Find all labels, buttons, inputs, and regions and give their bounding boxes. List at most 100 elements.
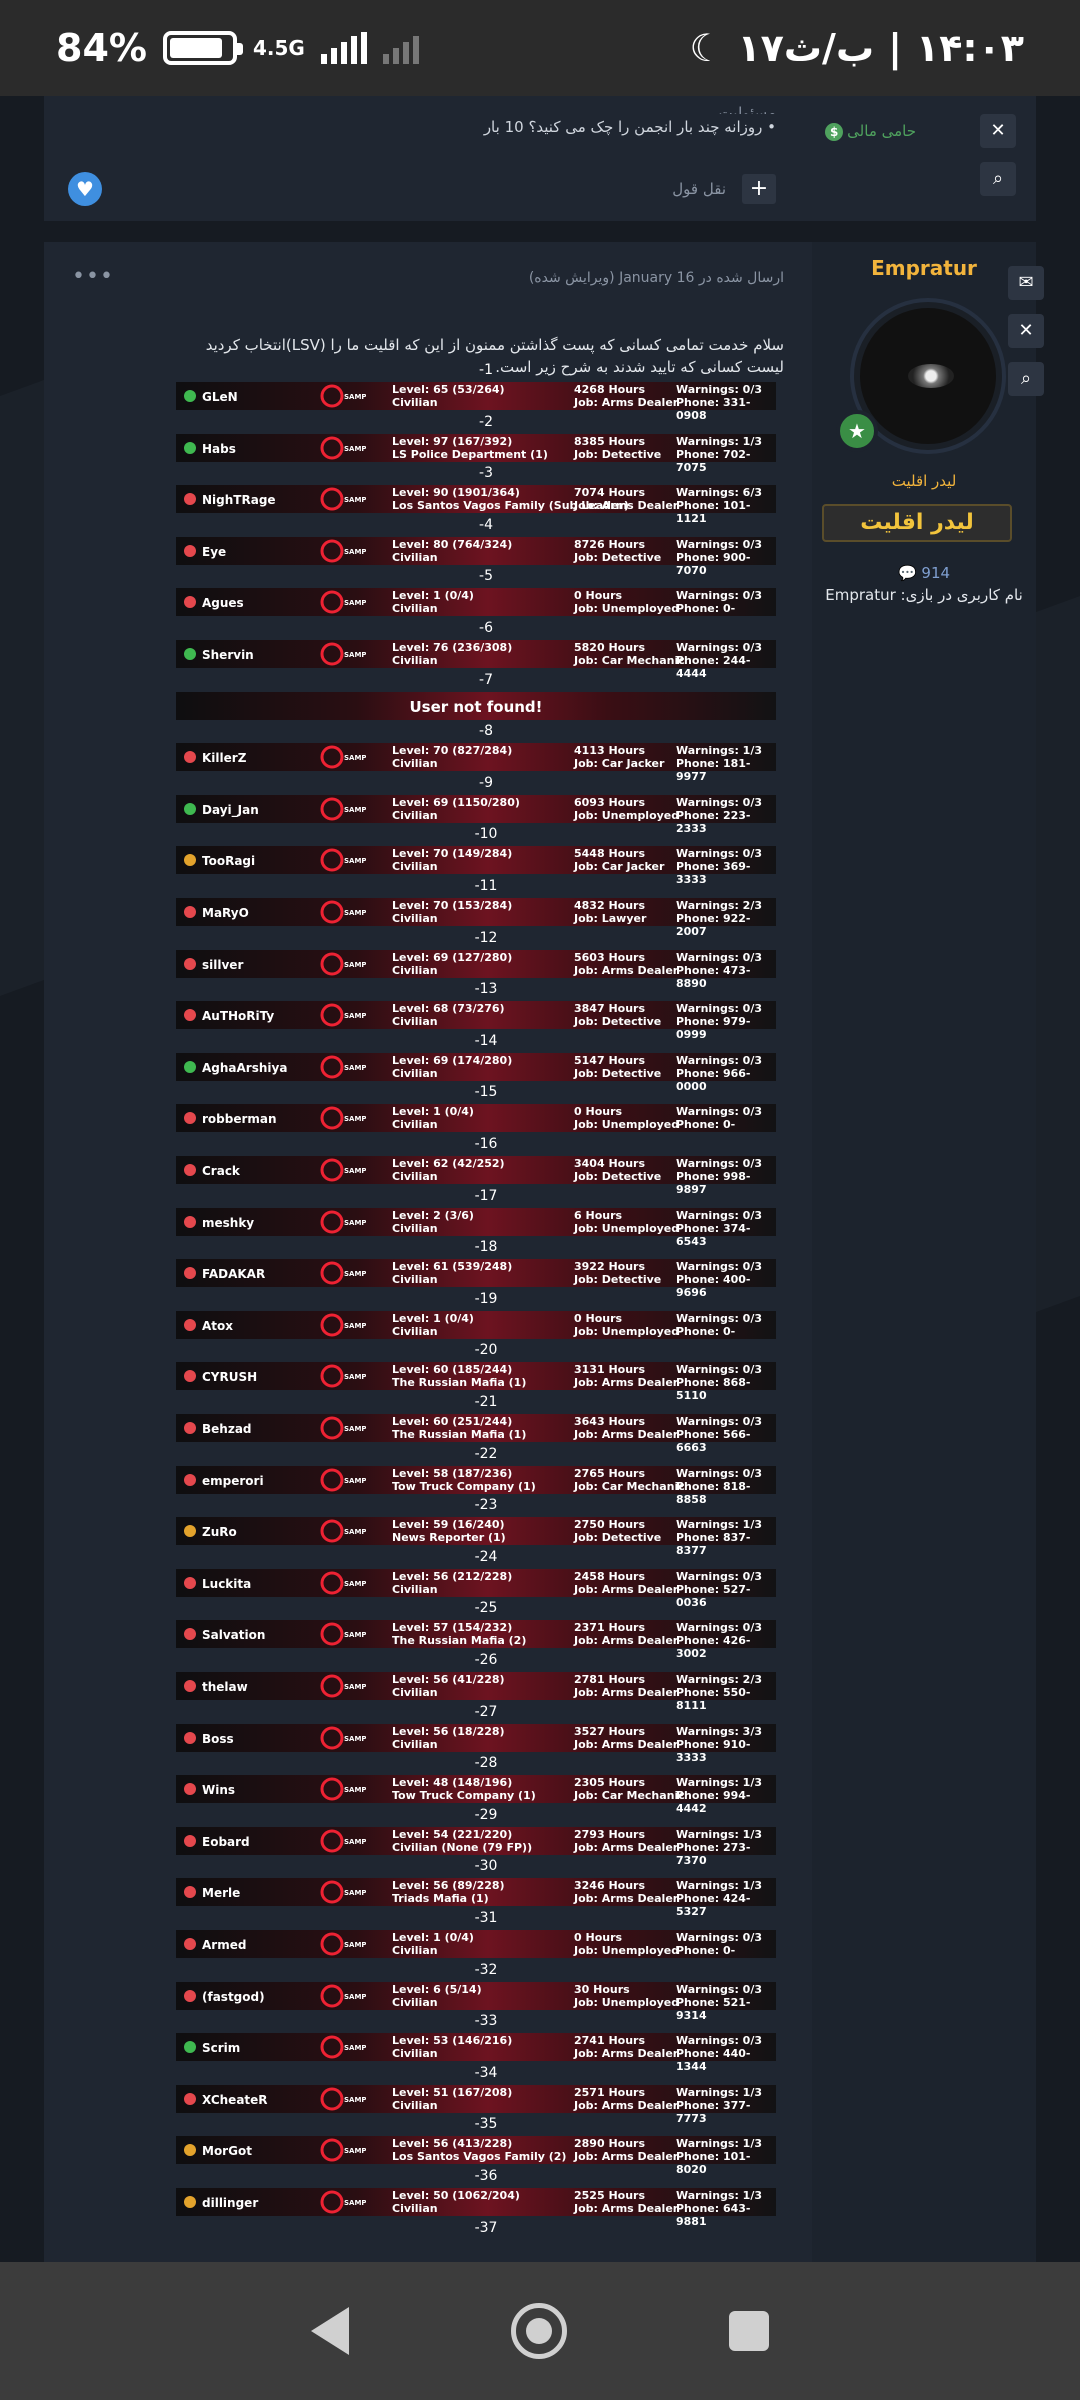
list-index: -23 bbox=[474, 1497, 498, 1514]
svg-text:SAMP: SAMP bbox=[344, 2199, 366, 2207]
svg-text:SAMP: SAMP bbox=[344, 754, 366, 762]
server-logo-icon: SAMP bbox=[320, 642, 366, 666]
forum-page[interactable]: مسئولیت • روزانه چند بار انجمن را چک می … bbox=[0, 96, 1080, 2262]
member-row[interactable]: KillerZ SAMP Level: 70 (827/284) Civilian 41… bbox=[176, 743, 776, 783]
member-row[interactable]: AghaArshiya SAMP Level: 69 (174/280) Civili… bbox=[176, 1052, 776, 1093]
member-hours: 2750 Hours Job: Detective bbox=[574, 1518, 662, 1545]
moon-icon: ☾ bbox=[689, 26, 724, 70]
member-nick: KillerZ bbox=[202, 751, 247, 766]
member-nick: Boss bbox=[202, 1731, 234, 1746]
member-row[interactable]: Wins SAMP Level: 48 (148/196) Tow Truck Com… bbox=[176, 1775, 776, 1815]
author-name[interactable]: Empratur bbox=[812, 256, 1036, 280]
svg-text:SAMP: SAMP bbox=[344, 1580, 366, 1588]
member-hours: 2525 Hours Job: Arms Dealer bbox=[574, 2189, 679, 2215]
like-button[interactable]: ♥ bbox=[68, 172, 102, 206]
svg-text:SAMP: SAMP bbox=[344, 1631, 366, 1639]
member-row[interactable]: CYRUSH SAMP Level: 60 (185/244) The Russian… bbox=[176, 1362, 776, 1402]
back-icon[interactable] bbox=[311, 2307, 349, 2355]
member-row[interactable]: NighTRage SAMP Level: 90 (1901/364) Los San… bbox=[176, 485, 776, 525]
member-row[interactable]: GLeN SAMP Level: 65 (53/264) Civilian 4268 H… bbox=[176, 382, 776, 422]
close-icon[interactable]: ✕ bbox=[980, 114, 1016, 148]
member-hours: 2741 Hours Job: Arms Dealer bbox=[574, 2034, 679, 2061]
member-nick: (fastgod) bbox=[202, 1989, 265, 2004]
member-row[interactable]: Atox SAMP Level: 1 (0/4) Civilian 0 Hours Job… bbox=[176, 1310, 776, 1339]
search-icon-2[interactable]: ⌕ bbox=[1008, 362, 1044, 396]
member-row[interactable]: FADAKAR SAMP Level: 61 (539/248) Civilian 39… bbox=[176, 1259, 776, 1299]
member-row[interactable]: Luckita SAMP Level: 56 (212/228) Civilian 24… bbox=[176, 1568, 776, 1609]
member-row[interactable]: Eye SAMP Level: 80 (764/324) Civilian 8726 H… bbox=[176, 536, 776, 577]
status-dot-icon bbox=[184, 390, 196, 402]
svg-text:SAMP: SAMP bbox=[344, 2096, 366, 2104]
member-warnings: Warnings: 0/3 Phone: 868-5110 bbox=[676, 1363, 762, 1403]
server-logo-icon: SAMP bbox=[320, 1880, 366, 1904]
member-row[interactable]: Armed SAMP Level: 1 (0/4) Civilian 0 Hours Jo… bbox=[176, 1930, 776, 1958]
home-icon[interactable] bbox=[511, 2303, 567, 2359]
svg-text:SAMP: SAMP bbox=[344, 1064, 366, 1072]
server-logo-icon: SAMP bbox=[320, 2087, 366, 2111]
member-row[interactable]: robberman SAMP Level: 1 (0/4) Civilian 0 Hou… bbox=[176, 1104, 776, 1133]
list-index: -3 bbox=[479, 465, 493, 482]
member-level: Level: 53 (146/216) Civilian bbox=[392, 2034, 513, 2061]
member-row[interactable]: MaRyO SAMP Level: 70 (153/284) Civilian 4832… bbox=[176, 898, 776, 938]
quote-label[interactable]: نقل قول bbox=[672, 180, 726, 198]
member-row[interactable]: emperori SAMP Level: 58 (187/236) Tow Truck… bbox=[176, 1465, 776, 1506]
member-level: Level: 69 (1150/280) Civilian bbox=[392, 795, 520, 822]
member-row[interactable]: Scrim SAMP Level: 53 (146/216) Civilian 2741… bbox=[176, 2033, 776, 2073]
member-hours: 4268 Hours Job: Arms Dealer bbox=[574, 383, 679, 409]
svg-text:SAMP: SAMP bbox=[344, 1838, 366, 1846]
search-icon[interactable]: ⌕ bbox=[980, 162, 1016, 196]
list-index: -25 bbox=[474, 1600, 498, 1617]
member-row[interactable]: ZuRo SAMP Level: 59 (16/240) News Reporter … bbox=[176, 1517, 776, 1557]
member-row[interactable]: User not found! bbox=[176, 691, 776, 720]
member-hours: 2765 Hours Job: Car Mechanic bbox=[574, 1466, 685, 1493]
member-row[interactable]: Merle SAMP Level: 56 (89/228) Triads Mafia … bbox=[176, 1878, 776, 1918]
member-row[interactable]: Boss SAMP Level: 56 (18/228) Civilian 3527 H… bbox=[176, 1723, 776, 1764]
member-warnings: Warnings: 1/3 Phone: 702-7075 bbox=[676, 434, 762, 474]
close-icon-2[interactable]: ✕ bbox=[1008, 314, 1044, 348]
member-row[interactable]: sillver SAMP Level: 69 (127/280) Civilian 56… bbox=[176, 949, 776, 990]
member-warnings: Warnings: 0/3 Phone: 979-0999 bbox=[676, 1002, 762, 1042]
member-row[interactable]: Agues SAMP Level: 1 (0/4) Civilian 0 Hours Jo… bbox=[176, 588, 776, 617]
svg-text:SAMP: SAMP bbox=[344, 599, 366, 607]
member-hours: 3246 Hours Job: Arms Dealer bbox=[574, 1879, 679, 1906]
member-warnings: Warnings: 0/3 Phone: 0- bbox=[676, 1311, 762, 1338]
patron-badge: $ حامی مالی bbox=[825, 122, 916, 141]
list-index: -8 bbox=[479, 723, 493, 740]
member-warnings: Warnings: 0/3 Phone: 440-1344 bbox=[676, 2034, 762, 2074]
member-row[interactable]: Crack SAMP Level: 62 (42/252) Civilian 3404 … bbox=[176, 1156, 776, 1196]
member-row[interactable]: MorGot SAMP Level: 56 (413/228) Los Santos … bbox=[176, 2136, 776, 2176]
member-row[interactable]: TooRagi SAMP Level: 70 (149/284) Civilian 54… bbox=[176, 846, 776, 886]
member-row[interactable]: Behzad SAMP Level: 60 (251/244) The Russian… bbox=[176, 1414, 776, 1454]
member-row[interactable]: meshky SAMP Level: 2 (3/6) Civilian 6 Hours J… bbox=[176, 1207, 776, 1248]
member-row[interactable]: XCheateR SAMP Level: 51 (167/208) Civilian 2… bbox=[176, 2084, 776, 2125]
member-warnings: Warnings: 0/3 Phone: 521-9314 bbox=[676, 1982, 762, 2022]
member-nick: Armed bbox=[202, 1938, 247, 1952]
member-warnings: Warnings: 1/3 Phone: 377-7773 bbox=[676, 2085, 762, 2125]
server-logo-icon: SAMP bbox=[320, 1571, 366, 1595]
member-warnings: Warnings: 2/3 Phone: 922-2007 bbox=[676, 899, 762, 938]
member-row[interactable]: Eobard SAMP Level: 54 (221/220) Civilian (N… bbox=[176, 1826, 776, 1867]
member-hours: 5820 Hours Job: Car Mechanic bbox=[574, 641, 685, 667]
member-row[interactable]: Habs SAMP Level: 97 (167/392) LS Police Dep… bbox=[176, 433, 776, 474]
member-row[interactable]: thelaw SAMP Level: 56 (41/228) Civilian 2781… bbox=[176, 1672, 776, 1712]
member-row[interactable]: Dayi_Jan SAMP Level: 69 (1150/280) Civilian… bbox=[176, 794, 776, 835]
svg-text:SAMP: SAMP bbox=[344, 445, 366, 453]
member-hours: 2793 Hours Job: Arms Dealer bbox=[574, 1827, 679, 1854]
member-row[interactable]: Shervin SAMP Level: 76 (236/308) Civilian 58… bbox=[176, 640, 776, 680]
member-row[interactable]: (fastgod) SAMP Level: 6 (5/14) Civilian 30 H… bbox=[176, 1981, 776, 2022]
more-options-icon[interactable]: ••• bbox=[72, 264, 114, 289]
svg-text:SAMP: SAMP bbox=[344, 806, 366, 814]
server-logo-icon: SAMP bbox=[320, 1313, 366, 1337]
member-warnings: Warnings: 3/3 Phone: 910-3333 bbox=[676, 1724, 762, 1764]
member-nick: XCheateR bbox=[202, 2092, 268, 2107]
server-logo-icon: SAMP bbox=[320, 745, 366, 769]
eye-icon bbox=[908, 364, 954, 388]
multi-quote-button[interactable]: + bbox=[742, 174, 776, 204]
member-row[interactable]: AuTHoRiTy SAMP Level: 68 (73/276) Civilian 3… bbox=[176, 1001, 776, 1041]
message-icon[interactable]: ✉ bbox=[1008, 266, 1044, 300]
recents-icon[interactable] bbox=[729, 2311, 769, 2351]
member-row[interactable]: dillinger SAMP Level: 50 (1062/204) Civilia… bbox=[176, 2188, 776, 2228]
previous-post: مسئولیت • روزانه چند بار انجمن را چک می … bbox=[44, 96, 1036, 221]
member-row[interactable]: Salvation SAMP Level: 57 (154/232) The Russ… bbox=[176, 1620, 776, 1660]
svg-text:SAMP: SAMP bbox=[344, 1012, 366, 1020]
